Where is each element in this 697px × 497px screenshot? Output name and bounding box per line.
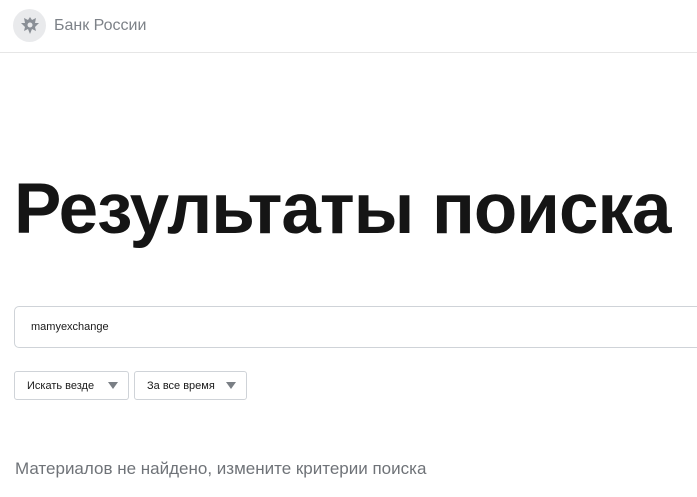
- period-dropdown-label: За все время: [147, 379, 215, 392]
- logo-text: Банк России: [54, 16, 147, 34]
- chevron-down-icon: [108, 382, 118, 389]
- no-results-message: Материалов не найдено, измените критерии…: [15, 459, 427, 478]
- eagle-emblem-icon: [13, 9, 46, 42]
- site-header: Банк России: [0, 0, 697, 53]
- scope-dropdown-label: Искать везде: [27, 379, 95, 392]
- search-input[interactable]: [31, 307, 631, 347]
- search-field[interactable]: [14, 306, 697, 348]
- chevron-down-icon: [226, 382, 236, 389]
- page: Банк России Результаты поиска Искать вез…: [0, 0, 697, 497]
- period-dropdown[interactable]: За все время: [134, 371, 247, 400]
- scope-dropdown[interactable]: Искать везде: [14, 371, 129, 400]
- logo-link[interactable]: Банк России: [13, 9, 146, 42]
- page-title: Результаты поиска: [14, 170, 671, 249]
